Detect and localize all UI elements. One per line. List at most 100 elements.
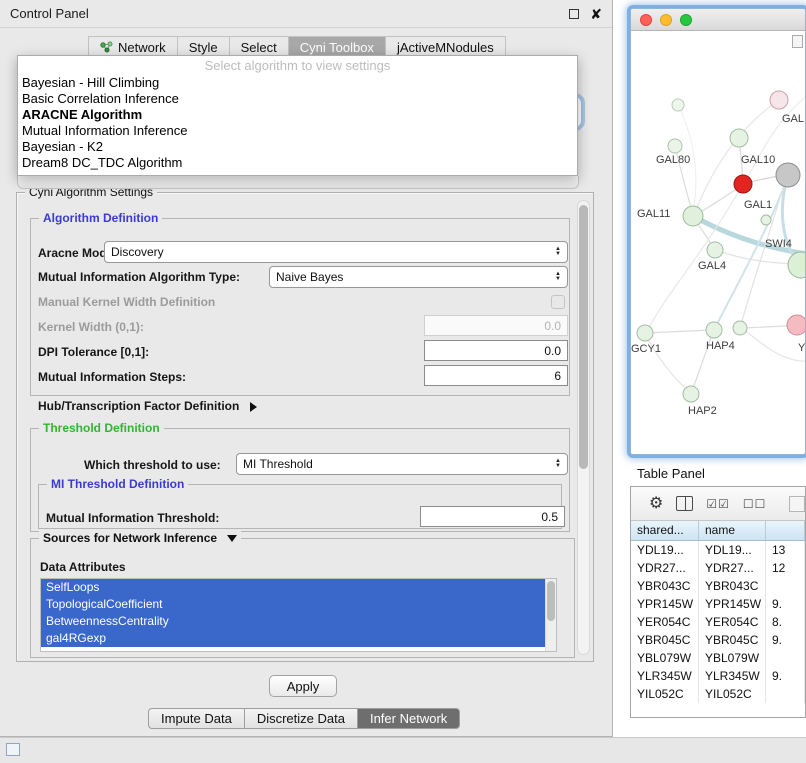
list-scrollbar[interactable] bbox=[545, 579, 556, 651]
mi-type-value: Naive Bayes bbox=[276, 270, 555, 284]
algorithm-option-bayesian-k2[interactable]: Bayesian - K2 bbox=[18, 139, 577, 155]
table-row[interactable]: YLR345WYLR345W9. bbox=[631, 667, 805, 685]
algorithm-select-fragment[interactable] bbox=[17, 176, 579, 189]
float-window-icon[interactable] bbox=[569, 9, 579, 19]
columns-icon[interactable] bbox=[676, 496, 693, 511]
network-node[interactable] bbox=[734, 175, 752, 193]
table-cell: YER054C bbox=[631, 613, 699, 631]
settings-scrollbar-thumb[interactable] bbox=[579, 205, 588, 469]
table-cell: YDR27... bbox=[699, 559, 766, 577]
network-window-titlebar[interactable] bbox=[631, 9, 805, 31]
minimized-panel-icon[interactable] bbox=[6, 743, 20, 756]
table-row[interactable]: YPR145WYPR145W9. bbox=[631, 595, 805, 613]
tab-label: jActiveMNodules bbox=[397, 40, 494, 55]
table-cell: YPR145W bbox=[631, 595, 699, 613]
data-attributes-list[interactable]: SelfLoopsTopologicalCoefficientBetweenne… bbox=[40, 578, 557, 652]
chevron-updown-icon: ▲▼ bbox=[555, 247, 561, 257]
sources-title: Sources for Network Inference bbox=[43, 531, 217, 545]
hub-section-label: Hub/Transcription Factor Definition bbox=[38, 399, 239, 413]
manual-kernel-checkbox[interactable] bbox=[551, 295, 565, 309]
table-cell: YER054C bbox=[699, 613, 766, 631]
table-cell bbox=[766, 649, 805, 667]
table-row[interactable]: YBL079WYBL079W bbox=[631, 649, 805, 667]
network-node[interactable] bbox=[788, 252, 805, 278]
network-node[interactable] bbox=[672, 99, 684, 111]
network-canvas-svg[interactable]: GALGAL80GAL10GAL11GAL1SWI4GAL4GCY1HAP4YH… bbox=[631, 31, 805, 455]
close-icon[interactable]: ✘ bbox=[590, 7, 602, 21]
attribute-item-gal4rgexp[interactable]: gal4RGexp bbox=[41, 630, 545, 647]
table-cell: YBL079W bbox=[699, 649, 766, 667]
zoom-traffic-button[interactable] bbox=[680, 14, 692, 26]
table-cell bbox=[766, 685, 805, 703]
sources-section-toggle[interactable]: Sources for Network Inference bbox=[39, 531, 241, 545]
toolbar-button-fragment[interactable] bbox=[789, 496, 805, 512]
algorithm-option-bayesian-hill-climbing[interactable]: Bayesian - Hill Climbing bbox=[18, 75, 577, 91]
manual-kernel-label: Manual Kernel Width Definition bbox=[38, 295, 215, 309]
network-node[interactable] bbox=[761, 215, 771, 225]
close-traffic-button[interactable] bbox=[640, 14, 652, 26]
aracne-mode-select[interactable]: Discovery ▲▼ bbox=[104, 241, 568, 263]
network-node-label: GAL1 bbox=[744, 199, 772, 211]
attribute-item-topologicalcoefficient[interactable]: TopologicalCoefficient bbox=[41, 596, 545, 613]
network-node-label: GAL bbox=[782, 113, 804, 125]
bottom-tab-infer-network[interactable]: Infer Network bbox=[357, 708, 460, 729]
network-scrollbar-fragment[interactable] bbox=[792, 35, 803, 48]
attribute-item-selfloops[interactable]: SelfLoops bbox=[41, 579, 545, 596]
algorithm-option-aracne-algorithm[interactable]: ARACNE Algorithm bbox=[18, 107, 577, 123]
bottom-tab-discretize-data[interactable]: Discretize Data bbox=[244, 708, 357, 729]
kernel-width-label: Kernel Width (0,1): bbox=[38, 320, 144, 334]
table-row[interactable]: YER054CYER054C8. bbox=[631, 613, 805, 631]
network-node[interactable] bbox=[706, 322, 722, 338]
network-node[interactable] bbox=[637, 325, 653, 341]
table-cell bbox=[766, 577, 805, 595]
table-cell: YDR27... bbox=[631, 559, 699, 577]
network-node[interactable] bbox=[770, 91, 788, 109]
hub-section-toggle[interactable]: Hub/Transcription Factor Definition bbox=[38, 399, 257, 413]
table-row[interactable]: YDR27...YDR27...12 bbox=[631, 559, 805, 577]
desktop-bottom-strip bbox=[0, 737, 806, 763]
table-row[interactable]: YIL052CYIL052C bbox=[631, 685, 805, 703]
algorithm-option-mutual-information-inference[interactable]: Mutual Information Inference bbox=[18, 123, 577, 139]
settings-scrollbar[interactable] bbox=[577, 200, 590, 655]
algorithm-option-dream8-dc-tdc-algorithm[interactable]: Dream8 DC_TDC Algorithm bbox=[18, 155, 577, 171]
apply-button[interactable]: Apply bbox=[269, 675, 337, 697]
network-edge bbox=[645, 330, 711, 333]
tab-label: Network bbox=[118, 40, 166, 55]
list-scrollbar-thumb[interactable] bbox=[547, 581, 555, 621]
network-node[interactable] bbox=[707, 242, 723, 258]
network-node[interactable] bbox=[787, 315, 805, 335]
network-node[interactable] bbox=[776, 163, 800, 187]
dpi-tolerance-field[interactable]: 0.0 bbox=[424, 340, 568, 361]
bottom-tab-impute-data[interactable]: Impute Data bbox=[148, 708, 244, 729]
network-canvas[interactable]: GALGAL80GAL10GAL11GAL1SWI4GAL4GCY1HAP4YH… bbox=[631, 31, 805, 454]
column-header-col3[interactable] bbox=[766, 521, 805, 540]
table-row[interactable]: YBR043CYBR043C bbox=[631, 577, 805, 595]
network-node[interactable] bbox=[730, 129, 748, 147]
attribute-item-betweennesscentrality[interactable]: BetweennessCentrality bbox=[41, 613, 545, 630]
mi-steps-field[interactable]: 6 bbox=[424, 365, 568, 386]
mi-type-select[interactable]: Naive Bayes ▲▼ bbox=[269, 266, 568, 288]
table-cell: YLR345W bbox=[631, 667, 699, 685]
network-icon bbox=[100, 41, 113, 53]
algorithm-option-basic-correlation-inference[interactable]: Basic Correlation Inference bbox=[18, 91, 577, 107]
network-node[interactable] bbox=[683, 206, 703, 226]
network-node[interactable] bbox=[683, 386, 699, 402]
deselect-all-icon[interactable]: ☐☐ bbox=[743, 497, 767, 511]
column-header-shared[interactable]: shared... bbox=[631, 521, 699, 540]
column-header-name[interactable]: name bbox=[699, 521, 766, 540]
table-row[interactable]: YBR045CYBR045C9. bbox=[631, 631, 805, 649]
table-cell: YDL19... bbox=[631, 541, 699, 559]
mi-threshold-field[interactable]: 0.5 bbox=[420, 506, 565, 527]
table-cell: YBR045C bbox=[699, 631, 766, 649]
network-node[interactable] bbox=[733, 321, 747, 335]
table-row[interactable]: YDL19...YDL19...13 bbox=[631, 541, 805, 559]
network-node[interactable] bbox=[668, 139, 682, 153]
table-cell: 9. bbox=[766, 667, 805, 685]
table-cell: YDL19... bbox=[699, 541, 766, 559]
kernel-width-field[interactable]: 0.0 bbox=[424, 315, 568, 336]
which-threshold-select[interactable]: MI Threshold ▲▼ bbox=[236, 453, 568, 475]
mi-type-label: Mutual Information Algorithm Type: bbox=[38, 270, 240, 284]
gear-icon[interactable]: ⚙ bbox=[649, 496, 663, 512]
select-all-icon[interactable]: ☑☑ bbox=[706, 497, 730, 511]
minimize-traffic-button[interactable] bbox=[660, 14, 672, 26]
